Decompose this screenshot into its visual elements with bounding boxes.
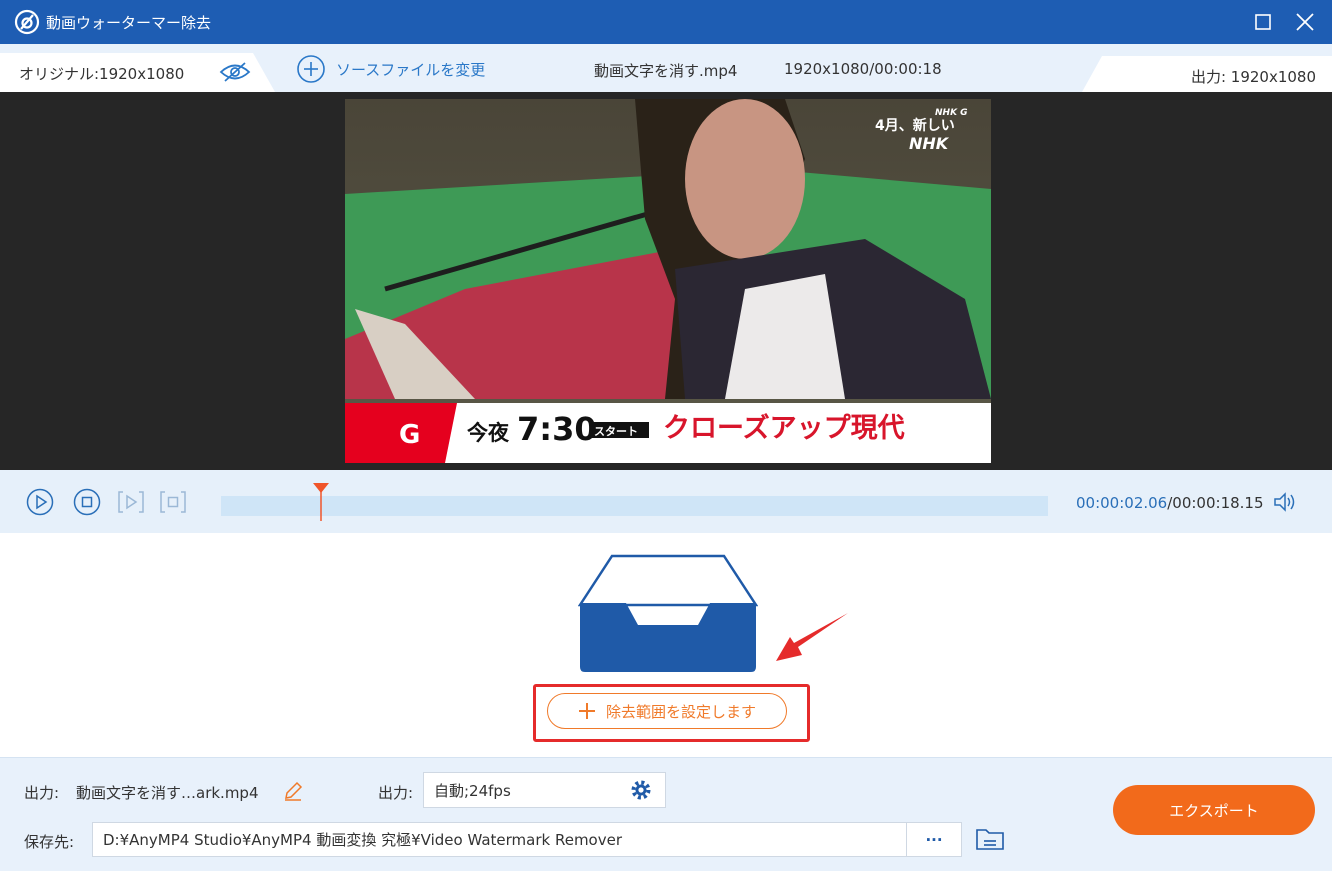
set-removal-range-button[interactable]: 除去範囲を設定します — [547, 693, 787, 729]
empty-tray-icon — [578, 554, 758, 672]
output-format-value: 自動;24fps — [434, 781, 511, 800]
output-resolution: 出力: 1920x1080 — [1190, 68, 1316, 86]
file-meta: 1920x1080/00:00:18 — [784, 60, 942, 78]
stop-segment-icon[interactable] — [159, 488, 187, 516]
save-location-label: 保存先: — [24, 833, 75, 851]
corner-text: 4月、新しい — [875, 117, 955, 134]
time-display: 00:00:02.06/00:00:18.15 — [1076, 494, 1264, 512]
total-time: /00:00:18.15 — [1167, 494, 1264, 512]
banner-title: クローズアップ現代 — [663, 412, 905, 444]
save-path-value: D:¥AnyMP4 Studio¥AnyMP4 動画変換 究極¥Video Wa… — [103, 831, 623, 849]
plus-icon — [578, 703, 595, 719]
video-frame: NHK G 4月、新しい NHK G 今夜 7:30 スタート クローズアップ現… — [345, 99, 991, 463]
play-segment-icon[interactable] — [117, 488, 145, 516]
browse-label: ··· — [925, 830, 943, 849]
app-logo-icon — [14, 9, 40, 35]
current-time: 00:00:02.06 — [1076, 494, 1168, 512]
gear-icon[interactable] — [629, 778, 653, 802]
banner-channel: G — [399, 420, 420, 450]
preview-area: NHK G 4月、新しい NHK G 今夜 7:30 スタート クローズアップ現… — [0, 92, 1332, 470]
watermark-area-panel: 除去範囲を設定します — [0, 533, 1332, 757]
pointer-arrow-icon — [776, 613, 848, 661]
info-bar: オリジナル:1920x1080 ソースファイルを変更 動画文字を消す.mp4 1… — [0, 44, 1332, 92]
maximize-icon[interactable] — [1251, 10, 1275, 34]
nhk-logo: NHK — [909, 134, 950, 153]
change-source-button[interactable]: ソースファイルを変更 — [296, 54, 485, 84]
open-folder-icon[interactable] — [975, 826, 1005, 852]
output-name-value: 動画文字を消す…ark.mp4 — [76, 784, 259, 802]
video-scene-image: NHK G 4月、新しい NHK G 今夜 7:30 スタート クローズアップ現… — [345, 99, 991, 463]
change-source-label: ソースファイルを変更 — [336, 60, 486, 79]
output-format-label: 出力: — [378, 784, 414, 802]
output-name-label: 出力: — [24, 784, 60, 802]
banner-tag: スタート — [594, 425, 638, 438]
player-controls: 00:00:02.06/00:00:18.15 — [0, 470, 1332, 533]
timeline-track[interactable] — [221, 496, 1048, 516]
file-name: 動画文字を消す.mp4 — [594, 62, 738, 80]
eye-hidden-icon[interactable] — [219, 61, 251, 83]
stop-icon[interactable] — [73, 488, 101, 516]
edit-pencil-icon[interactable] — [283, 781, 303, 801]
window-title: 動画ウォーターマー除去 — [46, 14, 212, 32]
add-circle-icon — [297, 55, 325, 83]
banner-prefix: 今夜 — [467, 421, 510, 445]
original-resolution: オリジナル:1920x1080 — [19, 65, 185, 83]
nhkg-small-logo: NHK G — [935, 108, 968, 118]
output-settings-panel: 出力: 動画文字を消す…ark.mp4 出力: 自動;24fps 保存先: D:… — [0, 757, 1332, 871]
close-icon[interactable] — [1293, 10, 1317, 34]
export-button[interactable]: エクスポート — [1113, 785, 1315, 835]
volume-icon[interactable] — [1272, 491, 1298, 513]
browse-button[interactable]: ··· — [906, 822, 962, 857]
set-removal-range-label: 除去範囲を設定します — [605, 702, 756, 721]
export-label: エクスポート — [1169, 801, 1259, 820]
banner-time: 7:30 — [517, 410, 597, 448]
play-icon[interactable] — [26, 488, 54, 516]
title-bar: 動画ウォーターマー除去 — [0, 0, 1332, 44]
save-path-field[interactable]: D:¥AnyMP4 Studio¥AnyMP4 動画変換 究極¥Video Wa… — [92, 822, 907, 857]
playhead-marker[interactable] — [312, 483, 330, 521]
